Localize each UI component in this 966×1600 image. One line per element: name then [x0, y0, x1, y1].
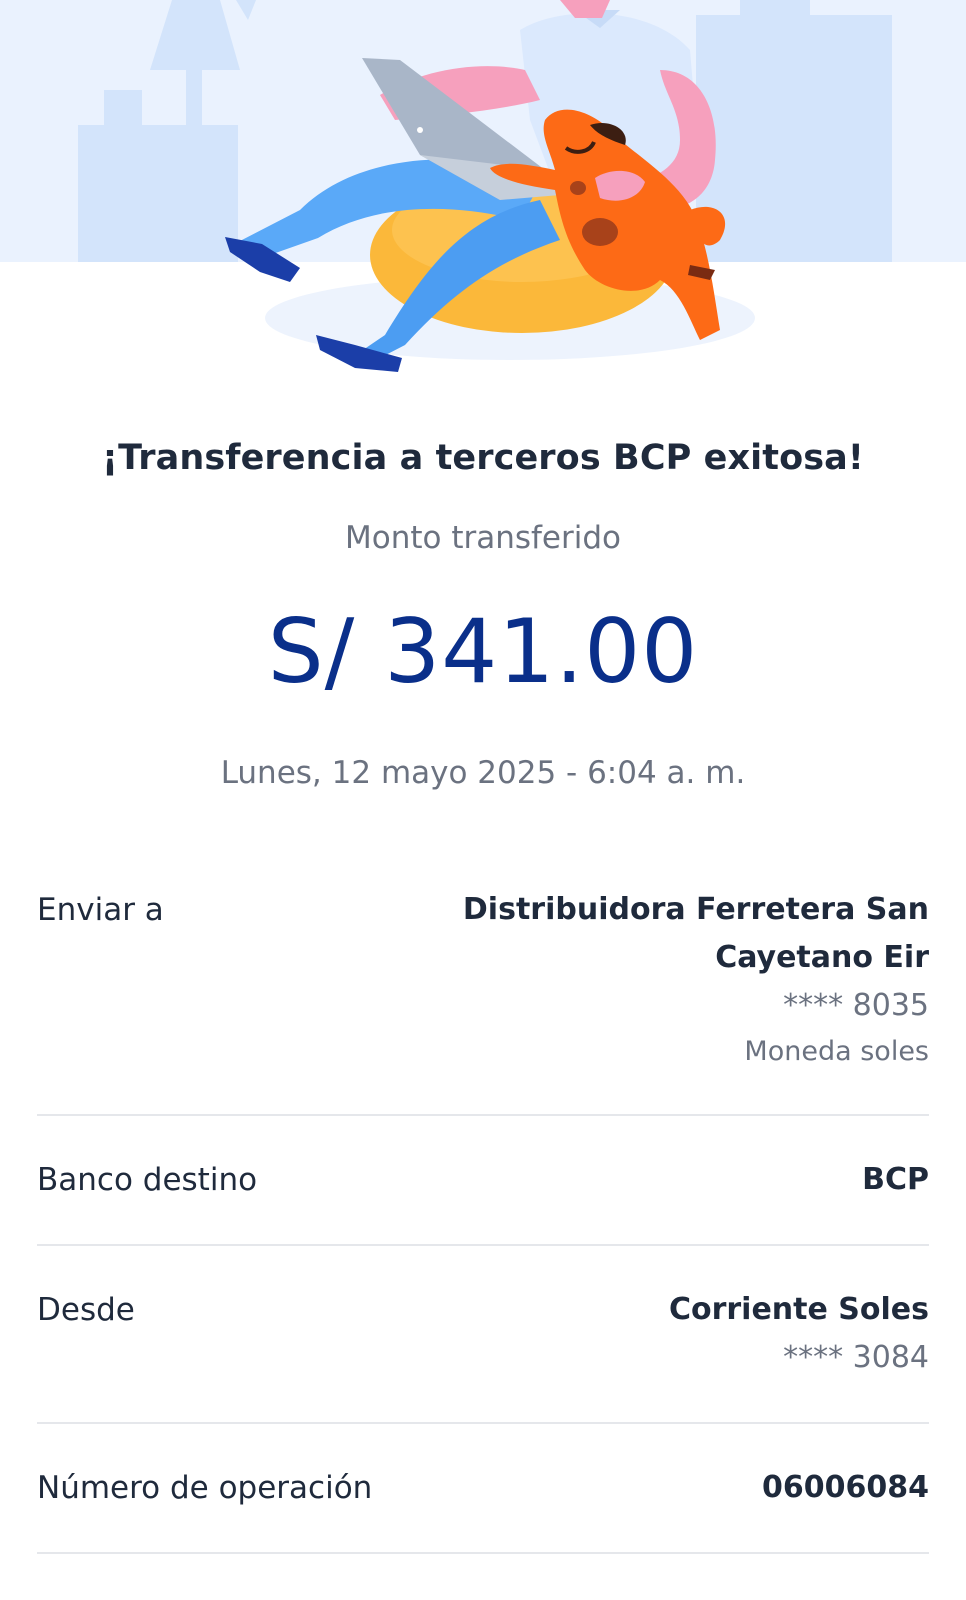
recipient-name-line1: Distribuidora Ferretera San: [462, 892, 929, 927]
detail-row-banco-destino: Banco destino BCP: [37, 1116, 929, 1246]
banco-destino-label: Banco destino: [37, 1162, 258, 1198]
recipient-currency: Moneda soles: [744, 1036, 929, 1067]
operation-number: 06006084: [762, 1470, 929, 1505]
detail-row-numero-operacion: Número de operación 06006084: [37, 1424, 929, 1554]
enviar-a-label: Enviar a: [37, 892, 164, 928]
enviar-a-value: Distribuidora Ferretera San Cayetano Eir…: [459, 886, 929, 1074]
source-account: **** 3084: [783, 1340, 929, 1375]
success-illustration: [0, 0, 966, 390]
desde-label: Desde: [37, 1292, 135, 1328]
desde-value: Corriente Soles **** 3084: [669, 1286, 929, 1382]
detail-row-enviar-a: Enviar a Distribuidora Ferretera San Cay…: [37, 880, 929, 1116]
transfer-receipt-screen: ¡Transferencia a terceros BCP exitosa! M…: [0, 0, 966, 1600]
transfer-amount: S/ 341.00: [267, 600, 699, 703]
destination-bank: BCP: [862, 1162, 929, 1197]
numero-operacion-label: Número de operación: [37, 1470, 373, 1506]
amount-label: Monto transferido: [344, 520, 622, 556]
numero-operacion-value: 06006084: [762, 1464, 929, 1512]
detail-row-desde: Desde Corriente Soles **** 3084: [37, 1246, 929, 1424]
recipient-name-line2: Cayetano Eir: [715, 940, 929, 975]
success-title: ¡Transferencia a terceros BCP exitosa!: [102, 438, 864, 478]
transfer-datetime: Lunes, 12 mayo 2025 - 6:04 a. m.: [220, 755, 746, 791]
transfer-details: Enviar a Distribuidora Ferretera San Cay…: [37, 880, 929, 1554]
source-account-type: Corriente Soles: [668, 1292, 929, 1327]
banco-destino-value: BCP: [862, 1156, 929, 1204]
recipient-account: **** 8035: [783, 988, 929, 1023]
